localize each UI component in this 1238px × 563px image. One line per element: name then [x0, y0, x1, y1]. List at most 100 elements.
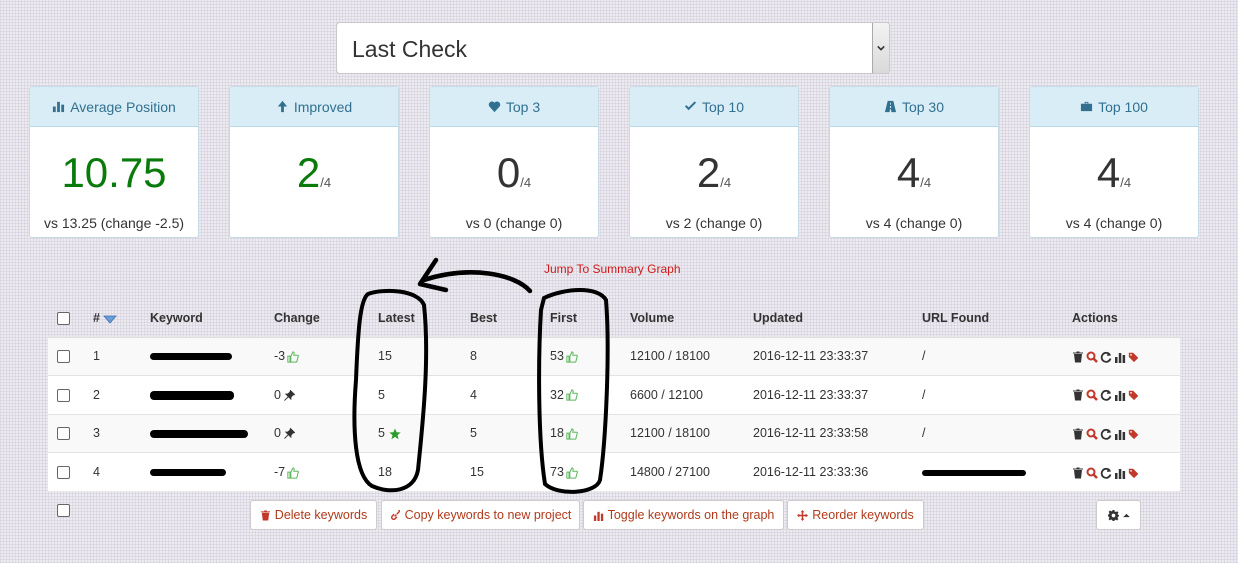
card-title: Average Position	[70, 98, 176, 115]
search-icon[interactable]	[1086, 467, 1098, 479]
search-icon[interactable]	[1086, 428, 1098, 440]
card-title: Top 30	[901, 98, 945, 115]
latest-cell: 5	[378, 413, 470, 453]
gear-icon	[1107, 509, 1119, 521]
table-row: 4 -7 18 15 73 14800 / 27100 2016-12-11 2…	[48, 452, 1180, 491]
row-checkbox[interactable]	[57, 350, 70, 364]
heart-icon	[488, 101, 501, 113]
thumbs-up-icon	[566, 467, 578, 479]
trash-icon[interactable]	[1072, 467, 1084, 479]
toggle-keywords-label: Toggle keywords on the graph	[607, 508, 775, 522]
refresh-icon[interactable]	[1100, 351, 1112, 363]
actions-cell	[1072, 375, 1180, 414]
toggle-keywords-graph-button[interactable]: Toggle keywords on the graph	[583, 500, 784, 530]
url-cell[interactable]: /	[922, 375, 1072, 414]
thumbs-up-icon	[287, 351, 300, 363]
tags-icon[interactable]	[1128, 467, 1140, 479]
tags-icon[interactable]	[1128, 428, 1140, 440]
actions-cell	[1072, 452, 1180, 491]
copy-keywords-button[interactable]: Copy keywords to new project	[381, 500, 580, 530]
arrow-up-icon	[277, 100, 287, 113]
card-top-3: Top 3 0/4 vs 0 (change 0)	[429, 86, 599, 238]
actions-cell	[1072, 336, 1180, 376]
header-url-found[interactable]: URL Found	[922, 300, 1072, 338]
chevron-down-icon[interactable]	[872, 23, 889, 73]
first-cell: 32	[550, 375, 630, 414]
row-number: 1	[93, 336, 150, 376]
refresh-icon[interactable]	[1100, 428, 1112, 440]
card-comparison: vs 13.25 (change -2.5)	[43, 215, 185, 231]
trash-icon[interactable]	[1072, 351, 1084, 363]
redacted-keyword	[150, 469, 226, 477]
reorder-keywords-button[interactable]: Reorder keywords	[787, 500, 924, 530]
card-value: 2/4	[696, 149, 732, 196]
header-best[interactable]: Best	[470, 300, 550, 338]
best-cell: 5	[470, 413, 550, 453]
briefcase-icon	[1081, 101, 1093, 112]
url-cell[interactable]: /	[922, 413, 1072, 453]
change-cell: -7	[274, 452, 378, 491]
updated-cell: 2016-12-11 23:33:37	[753, 375, 922, 414]
bar-chart-icon[interactable]	[1114, 389, 1126, 402]
row-checkbox[interactable]	[57, 466, 70, 480]
delete-keywords-button[interactable]: Delete keywords	[250, 500, 377, 530]
header-first[interactable]: First	[550, 300, 630, 338]
trash-icon[interactable]	[1072, 428, 1084, 440]
card-top-10: Top 10 2/4 vs 2 (change 0)	[629, 86, 799, 238]
trash-icon	[260, 509, 270, 521]
row-checkbox[interactable]	[57, 388, 70, 402]
updated-cell: 2016-12-11 23:33:58	[753, 413, 922, 453]
bar-chart-icon[interactable]	[1114, 428, 1126, 440]
thumbs-up-icon	[566, 351, 578, 363]
annotation-label: Jump To Summary Graph	[544, 262, 681, 276]
volume-cell: 12100 / 18100	[630, 336, 753, 376]
header-latest[interactable]: Latest	[378, 300, 470, 338]
latest-cell: 18	[378, 452, 470, 491]
search-icon[interactable]	[1086, 351, 1098, 363]
header-change[interactable]: Change	[274, 300, 378, 338]
volume-cell: 14800 / 27100	[630, 452, 753, 491]
best-cell: 4	[470, 375, 550, 414]
refresh-icon[interactable]	[1100, 389, 1112, 402]
header-updated[interactable]: Updated	[753, 300, 922, 338]
updated-cell: 2016-12-11 23:33:37	[753, 336, 922, 376]
url-cell[interactable]: /	[922, 336, 1072, 376]
card-comparison: vs 2 (change 0)	[665, 215, 763, 231]
row-number: 4	[93, 452, 150, 491]
bar-chart-icon[interactable]	[1114, 467, 1126, 479]
search-icon[interactable]	[1086, 389, 1098, 402]
header-actions: Actions	[1072, 300, 1180, 338]
card-comparison: vs 4 (change 0)	[1065, 215, 1163, 231]
star-icon	[389, 428, 401, 440]
redacted-keyword	[150, 429, 248, 438]
bar-chart-icon[interactable]	[1114, 351, 1126, 363]
volume-cell: 6600 / 12100	[630, 375, 753, 414]
bottom-select-all-checkbox[interactable]	[57, 504, 70, 517]
redacted-url	[922, 469, 1026, 476]
sort-down-icon[interactable]	[103, 314, 118, 324]
settings-dropdown-button[interactable]	[1096, 500, 1141, 530]
checkmark-icon	[684, 101, 697, 111]
card-top-30: Top 30 4/4 vs 4 (change 0)	[829, 86, 999, 238]
header-keyword[interactable]: Keyword	[150, 300, 274, 338]
select-all-checkbox[interactable]	[57, 312, 70, 326]
updated-cell: 2016-12-11 23:33:36	[753, 452, 922, 491]
url-cell[interactable]	[922, 452, 1072, 491]
latest-cell: 15	[378, 336, 470, 376]
delete-keywords-label: Delete keywords	[274, 508, 368, 522]
tags-icon[interactable]	[1128, 389, 1140, 401]
card-comparison: vs 4 (change 0)	[865, 215, 963, 231]
trash-icon[interactable]	[1072, 389, 1084, 401]
row-checkbox[interactable]	[57, 427, 70, 441]
copy-keywords-label: Copy keywords to new project	[404, 508, 572, 522]
refresh-icon[interactable]	[1100, 467, 1112, 479]
change-cell: 0	[274, 413, 378, 453]
bar-chart-icon	[593, 511, 603, 521]
thumbs-up-icon	[566, 428, 578, 440]
period-select[interactable]: Last Check	[336, 22, 890, 74]
tags-icon[interactable]	[1128, 351, 1140, 363]
header-number[interactable]: #	[93, 311, 100, 325]
header-volume[interactable]: Volume	[630, 300, 753, 338]
volume-cell: 12100 / 18100	[630, 413, 753, 453]
move-icon	[797, 509, 809, 521]
